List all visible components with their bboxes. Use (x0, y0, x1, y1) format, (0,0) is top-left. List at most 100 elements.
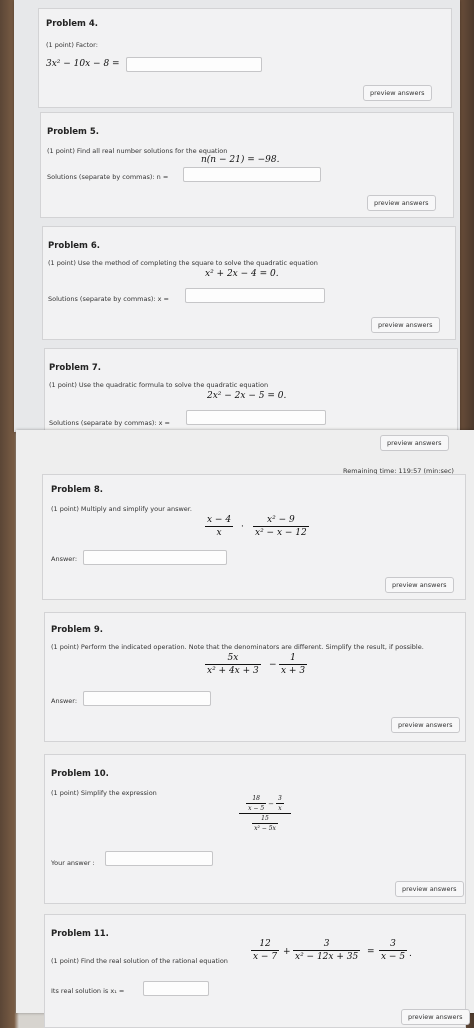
fraction-bar (253, 526, 309, 527)
problem-8-f1-numerator: x − 4 (207, 515, 232, 525)
problem-6-title: Problem 6. (48, 241, 100, 251)
fraction-bar (205, 526, 234, 527)
problem-10-fraction-c: 15 x² − 5x (252, 815, 278, 832)
problem-11-f3-numerator: 3 (390, 939, 396, 949)
fraction-bar (293, 950, 361, 951)
problem-11-f2-numerator: 3 (323, 939, 330, 949)
problem-11-f1-denominator: x − 7 (253, 952, 278, 962)
problem-8-dot: · (241, 522, 244, 532)
problem-10-answer-input[interactable] (105, 851, 213, 866)
problem-10-text: (1 point) Simplify the expression (51, 789, 157, 797)
problem-9-fraction-2: 1 x + 3 (279, 653, 308, 676)
problem-6-text: (1 point) Use the method of completing t… (48, 259, 318, 267)
problem-9-minus: − (269, 660, 277, 670)
problem-7-answer-label: Solutions (separate by commas): x = (49, 419, 171, 427)
problem-6-card: Problem 6. (1 point) Use the method of c… (42, 226, 456, 340)
problem-7-preview-button[interactable]: preview answers (380, 435, 449, 451)
fraction-bar (276, 803, 284, 804)
problem-9-answer-label: Answer: (51, 697, 78, 705)
fraction-bar (205, 664, 261, 665)
problem-11-card: Problem 11. (1 point) Find the real solu… (44, 914, 470, 1028)
problem-5-answer-input[interactable] (183, 167, 321, 182)
problem-9-f2-denominator: x + 3 (281, 666, 306, 676)
problem-6-answer-input[interactable] (185, 288, 325, 303)
problem-5-answer-label: Solutions (separate by commas): n = (47, 173, 169, 181)
problem-4-card: Problem 4. (1 point) Factor: 3x² − 10x −… (38, 8, 452, 108)
problem-9-f1-numerator: 5x (227, 653, 239, 663)
problem-8-fraction-1: x − 4 x (205, 515, 234, 538)
problem-10-preview-button[interactable]: preview answers (395, 881, 464, 897)
problem-9-card: Problem 9. (1 point) Perform the indicat… (44, 612, 466, 742)
problem-5-preview-button[interactable]: preview answers (367, 195, 436, 211)
problem-9-title: Problem 9. (51, 625, 103, 635)
problem-10-top-row: 18 x − 5 − 3 x (246, 795, 284, 812)
fraction-bar (251, 950, 280, 951)
problem-5-card: Problem 5. (1 point) Find all real numbe… (40, 112, 454, 218)
problem-10-a-denominator: x − 5 (248, 805, 265, 812)
problem-8-f2-denominator: x² − x − 12 (255, 528, 307, 538)
problem-11-f2-denominator: x² − 12x + 35 (295, 952, 359, 962)
problem-8-f2-numerator: x² − 9 (267, 515, 295, 525)
problem-11-f1-numerator: 12 (259, 939, 271, 949)
problem-7-equation: 2x² − 2x − 5 = 0. (207, 391, 287, 401)
problem-11-f3-denominator: x − 5 (381, 952, 406, 962)
problem-5-equation: n(n − 21) = −98. (201, 155, 280, 165)
problem-6-answer-label: Solutions (separate by commas): x = (48, 295, 170, 303)
problem-6-preview-button[interactable]: preview answers (371, 317, 440, 333)
problem-10-main-bar (239, 813, 291, 814)
problem-8-f1-denominator: x (216, 528, 222, 538)
problem-10-card: Problem 10. (1 point) Simplify the expre… (44, 754, 466, 904)
problem-6-equation: x² + 2x − 4 = 0. (205, 269, 279, 279)
problem-7-text: (1 point) Use the quadratic formula to s… (49, 381, 269, 389)
problem-8-card: Problem 8. (1 point) Multiply and simpli… (42, 474, 466, 600)
fraction-bar (246, 803, 267, 804)
problem-4-answer-input[interactable] (126, 57, 262, 72)
problem-4-title: Problem 4. (46, 19, 98, 29)
fraction-bar (379, 950, 408, 951)
problem-4-expression: 3x² − 10x − 8 = (46, 59, 120, 69)
problem-10-minus: − (268, 799, 275, 808)
problem-9-f1-denominator: x² + 4x + 3 (207, 666, 259, 676)
fraction-bar (279, 664, 308, 665)
problem-9-answer-input[interactable] (83, 691, 211, 706)
problem-11-fraction-1: 12 x − 7 (251, 939, 280, 962)
problem-10-title: Problem 10. (51, 769, 109, 779)
problem-8-answer-label: Answer: (51, 555, 78, 563)
problem-8-preview-button[interactable]: preview answers (385, 577, 454, 593)
problem-11-preview-button[interactable]: preview answers (401, 1009, 470, 1025)
problem-11-equals: = (367, 947, 375, 957)
problem-8-title: Problem 8. (51, 485, 103, 495)
problem-9-fraction-1: 5x x² + 4x + 3 (205, 653, 261, 676)
problem-11-text: (1 point) Find the real solution of the … (51, 957, 228, 965)
problem-10-answer-label: Your answer : (51, 859, 95, 867)
problem-11-fraction-2: 3 x² − 12x + 35 (293, 939, 361, 962)
problem-11-plus: + (283, 947, 291, 957)
problem-11-answer-label: Its real solution is x₁ = (51, 987, 125, 995)
problem-7-answer-input[interactable] (186, 410, 326, 425)
worksheet-bottom: preview answers Remaining time: 119:57 (… (16, 430, 474, 1028)
problem-11-period: . (409, 949, 412, 959)
problem-11-title: Problem 11. (51, 929, 109, 939)
problem-5-title: Problem 5. (47, 127, 99, 137)
problem-4-text: (1 point) Factor: (46, 41, 98, 49)
problem-10-b-denominator: x (278, 805, 282, 812)
problem-11-fraction-3: 3 x − 5 (379, 939, 408, 962)
problem-9-preview-button[interactable]: preview answers (391, 717, 460, 733)
problem-11-answer-input[interactable] (143, 981, 209, 996)
problem-8-fraction-2: x² − 9 x² − x − 12 (253, 515, 309, 538)
problem-4-preview-button[interactable]: preview answers (363, 85, 432, 101)
problem-5-text: (1 point) Find all real number solutions… (47, 147, 228, 155)
problem-10-c-numerator: 15 (261, 815, 269, 822)
problem-8-text: (1 point) Multiply and simplify your ans… (51, 505, 192, 513)
problem-10-complex-fraction: 18 x − 5 − 3 x 15 x² − 5x (239, 795, 291, 832)
problem-9-f2-numerator: 1 (290, 653, 296, 663)
problem-7-title: Problem 7. (49, 363, 101, 373)
worksheet-top: Problem 4. (1 point) Factor: 3x² − 10x −… (14, 0, 460, 434)
problem-9-text: (1 point) Perform the indicated operatio… (51, 643, 424, 651)
problem-10-fraction-a: 18 x − 5 (246, 795, 267, 812)
problem-10-fraction-b: 3 x (276, 795, 284, 812)
fraction-bar (252, 823, 278, 824)
problem-10-b-numerator: 3 (278, 795, 282, 802)
problem-10-c-denominator: x² − 5x (254, 825, 276, 832)
problem-8-answer-input[interactable] (83, 550, 227, 565)
